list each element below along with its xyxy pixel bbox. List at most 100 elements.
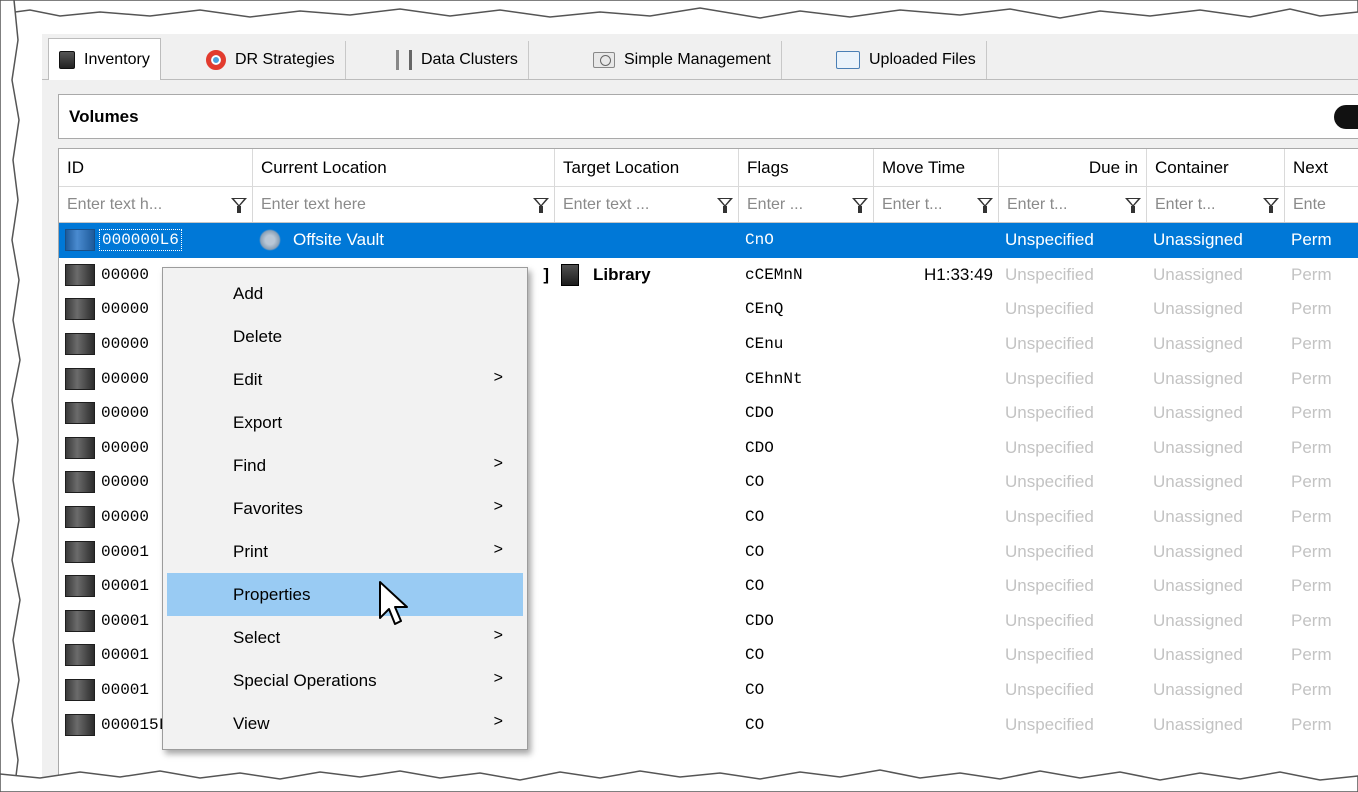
cell-container: Unassigned (1153, 680, 1243, 700)
cell-next: Perm (1291, 334, 1332, 354)
submenu-arrow-icon: > (493, 455, 503, 472)
panel-badge (1334, 105, 1358, 129)
cell-container: Unassigned (1153, 541, 1243, 561)
menu-item-edit[interactable]: Edit > (167, 358, 523, 401)
cell-move-time (874, 327, 999, 362)
column-header-target-location[interactable]: Target Location (555, 149, 739, 186)
cell-next: Perm (1291, 403, 1332, 423)
volume-icon (65, 609, 95, 632)
menu-item-print[interactable]: Print > (167, 530, 523, 573)
cell-flags: CDO (745, 611, 774, 630)
filter-icon[interactable] (851, 196, 869, 214)
cell-target-location (555, 431, 739, 466)
filter-icon[interactable] (532, 196, 550, 214)
filter-icon[interactable] (976, 196, 994, 214)
menu-item-label: Favorites (233, 498, 303, 518)
cell-flags: CEnQ (745, 300, 784, 319)
filter-target-location-input[interactable]: Enter text ... (555, 187, 739, 222)
menu-item-special-operations[interactable]: Special Operations > (167, 659, 523, 702)
cell-flags: CO (745, 473, 765, 492)
cell-next: Perm (1291, 437, 1332, 457)
tab-data-clusters[interactable]: Data Clusters (386, 41, 529, 79)
cell-move-time (874, 534, 999, 569)
filter-icon[interactable] (716, 196, 734, 214)
filter-move-time-input[interactable]: Enter t... (874, 187, 999, 222)
cell-move-time (874, 638, 999, 673)
volume-icon (65, 263, 95, 286)
cell-next: Perm (1291, 230, 1332, 250)
menu-item-label: Add (233, 283, 264, 303)
cell-next: Perm (1291, 507, 1332, 527)
filter-icon[interactable] (230, 196, 248, 214)
cell-target-location (555, 465, 739, 500)
cell-target-location (555, 673, 739, 708)
tab-inventory[interactable]: Inventory (48, 38, 161, 80)
cell-next: Perm (1291, 299, 1332, 319)
menu-item-add[interactable]: Add (167, 272, 523, 315)
cell-target-location (555, 604, 739, 639)
table-row[interactable]: 000000L6 Offsite Vault CnO Unspecified Unass… (59, 223, 1358, 258)
volume-icon (65, 229, 95, 252)
mouse-cursor-icon (379, 581, 408, 625)
cell-target-location (555, 534, 739, 569)
cell-move-time (874, 604, 999, 639)
simple-management-icon (593, 52, 615, 68)
filter-flags-input[interactable]: Enter ... (739, 187, 874, 222)
cell-due-in: Unspecified (1005, 334, 1094, 354)
menu-item-find[interactable]: Find > (167, 444, 523, 487)
menu-item-view[interactable]: View > (167, 702, 523, 745)
cell-next: Perm (1291, 541, 1332, 561)
cell-move-time (874, 673, 999, 708)
filter-row: Enter text h... Enter text here Enter te… (59, 187, 1358, 223)
filter-container-input[interactable]: Enter t... (1147, 187, 1285, 222)
cell-move-time (874, 223, 999, 258)
cell-flags: CO (745, 646, 765, 665)
cell-move-time (874, 707, 999, 742)
volume-icon (65, 436, 95, 459)
inventory-icon (59, 50, 75, 69)
menu-item-favorites[interactable]: Favorites > (167, 487, 523, 530)
filter-due-in-input[interactable]: Enter t... (999, 187, 1147, 222)
column-header-id[interactable]: ID (59, 149, 253, 186)
cell-container: Unassigned (1153, 714, 1243, 734)
tab-label: Simple Management (624, 51, 771, 68)
menu-item-properties[interactable]: Properties (167, 573, 523, 616)
column-header-next[interactable]: Next (1285, 149, 1358, 186)
cell-container: Unassigned (1153, 507, 1243, 527)
volume-icon (65, 298, 95, 321)
cell-container: Unassigned (1153, 576, 1243, 596)
volume-icon (65, 506, 95, 529)
column-header-container[interactable]: Container (1147, 149, 1285, 186)
volume-icon (65, 402, 95, 425)
tab-simple-management[interactable]: Simple Management (583, 41, 782, 79)
cell-due-in: Unspecified (1005, 299, 1094, 319)
filter-icon[interactable] (1262, 196, 1280, 214)
column-header-current-location[interactable]: Current Location (253, 149, 555, 186)
cell-move-time (874, 431, 999, 466)
cell-next: Perm (1291, 576, 1332, 596)
menu-item-label: Properties (233, 584, 311, 604)
library-icon (561, 263, 579, 286)
tab-dr-strategies[interactable]: DR Strategies (196, 41, 346, 79)
filter-next-input[interactable]: Ente (1285, 187, 1358, 222)
menu-item-select[interactable]: Select > (167, 616, 523, 659)
menu-item-delete[interactable]: Delete (167, 315, 523, 358)
cell-target-location (555, 638, 739, 673)
cell-container: Unassigned (1153, 264, 1243, 284)
volume-icon (65, 679, 95, 702)
tab-label: Uploaded Files (869, 51, 976, 68)
cell-target-location: Library (555, 258, 739, 293)
menu-item-export[interactable]: Export (167, 401, 523, 444)
column-header-move-time[interactable]: Move Time (874, 149, 999, 186)
filter-current-location-input[interactable]: Enter text here (253, 187, 555, 222)
column-header-due-in[interactable]: Due in (999, 149, 1147, 186)
volume-icon (65, 644, 95, 667)
filter-id-input[interactable]: Enter text h... (59, 187, 253, 222)
cell-next: Perm (1291, 368, 1332, 388)
panel-title: Volumes (69, 106, 139, 126)
cell-move-time (874, 569, 999, 604)
filter-icon[interactable] (1124, 196, 1142, 214)
tab-uploaded-files[interactable]: Uploaded Files (826, 41, 987, 79)
cell-container: Unassigned (1153, 472, 1243, 492)
column-header-flags[interactable]: Flags (739, 149, 874, 186)
